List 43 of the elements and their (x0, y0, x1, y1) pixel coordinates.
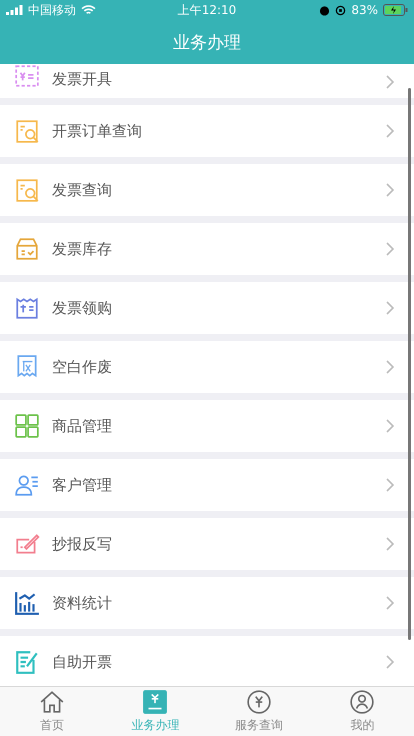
search-icon (14, 177, 40, 203)
person-icon (349, 689, 376, 715)
menu-item[interactable]: 抄报反写 (0, 518, 414, 570)
menu-item[interactable]: 开票订单查询 (0, 105, 414, 157)
battery-icon (383, 4, 408, 16)
page-title: 业务办理 (173, 32, 241, 54)
menu-item[interactable]: 发票开具 (0, 64, 414, 98)
search-icon (14, 118, 40, 144)
carrier-name: 中国移动 (28, 2, 76, 18)
battery-percent: 83% (351, 3, 378, 17)
wifi-icon (81, 4, 96, 16)
chevron-icon (386, 242, 394, 256)
chevron-icon (386, 596, 394, 610)
stock-icon (14, 236, 40, 262)
clock-time: 上午12:10 (178, 2, 236, 18)
chevron-icon (386, 75, 394, 89)
self-icon (14, 649, 40, 675)
chevron-icon (386, 124, 394, 138)
menu-item[interactable]: 发票查询 (0, 164, 414, 216)
chevron-icon (386, 301, 394, 315)
chevron-icon (386, 655, 394, 669)
menu-item[interactable]: 空白作废 (0, 341, 414, 393)
menu-item[interactable]: 自助开票 (0, 636, 414, 686)
home-icon (38, 689, 65, 715)
menu-item[interactable]: 资料统计 (0, 577, 414, 629)
yen-document-icon (142, 689, 168, 715)
chevron-icon (386, 419, 394, 433)
chevron-icon (386, 360, 394, 374)
purchase-icon (14, 295, 40, 321)
signal-icon (6, 5, 23, 15)
menu-item[interactable]: 发票库存 (0, 223, 414, 275)
chevron-icon (386, 478, 394, 492)
stats-icon (14, 590, 40, 616)
menu-item[interactable]: 发票领购 (0, 282, 414, 334)
yen-circle-icon (246, 689, 272, 715)
chevron-icon (386, 183, 394, 197)
issue-icon (14, 64, 40, 89)
grid-icon (14, 413, 40, 439)
menu-item[interactable]: 客户管理 (0, 459, 414, 511)
chevron-icon (386, 537, 394, 551)
menu-item[interactable]: 商品管理 (0, 400, 414, 452)
rotation-lock-icon (335, 4, 346, 16)
alarm-icon (319, 4, 330, 16)
